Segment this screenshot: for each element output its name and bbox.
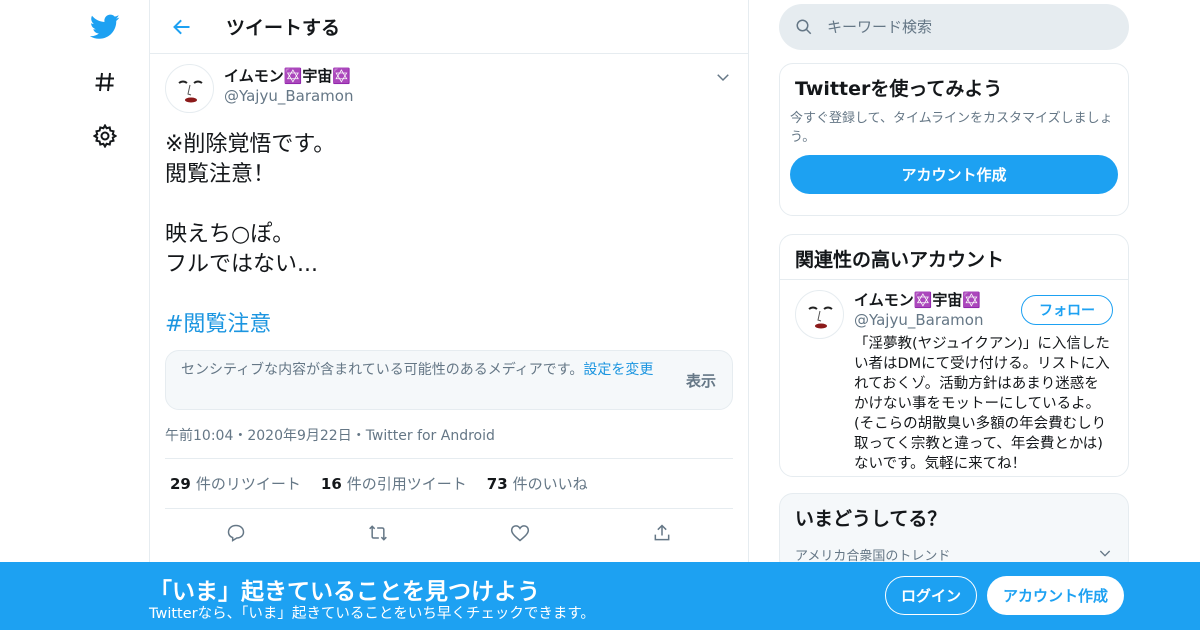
tweet-actions bbox=[165, 509, 733, 557]
change-settings-link[interactable]: 設定を変更 bbox=[583, 362, 653, 378]
banner-title: 「いま」起きていることを見つけよう bbox=[149, 579, 540, 605]
quote-tweet-count[interactable]: 16 件の引用ツイート bbox=[321, 473, 467, 494]
tweet-stats: 29 件のリツイート 16 件の引用ツイート 73 件のいいね bbox=[165, 459, 733, 509]
sensitive-text: センシティブな内容が含まれている可能性のあるメディアです。設定を変更 bbox=[181, 361, 671, 380]
share-icon[interactable] bbox=[650, 521, 674, 545]
tweet-line: 映えち○ぽ。 bbox=[165, 222, 295, 247]
related-card-title: 関連性の高いアカウント bbox=[780, 235, 1128, 280]
chevron-down-icon[interactable] bbox=[714, 68, 732, 86]
avatar[interactable] bbox=[795, 290, 844, 339]
trends-card-title: いまどうしてる？ bbox=[795, 508, 947, 530]
tweet-line bbox=[165, 280, 733, 310]
retweet-icon[interactable] bbox=[366, 521, 390, 545]
heart-icon[interactable] bbox=[508, 521, 532, 545]
tweet-line: ※削除覚悟です。 bbox=[165, 132, 336, 157]
right-column: Twitterを使ってみよう 今すぐ登録して、タイムラインをカスタマイズしましょ… bbox=[779, 0, 1129, 573]
search-input[interactable] bbox=[827, 18, 1107, 36]
trends-card: いまどうしてる？ アメリカ合衆国のトレンド bbox=[779, 493, 1129, 573]
avatar[interactable] bbox=[165, 64, 214, 113]
signup-card: Twitterを使ってみよう 今すぐ登録して、タイムラインをカスタマイズしましょ… bbox=[779, 63, 1129, 216]
arrow-left-icon[interactable] bbox=[170, 15, 194, 39]
sensitive-message: センシティブな内容が含まれている可能性のあるメディアです。 bbox=[181, 362, 584, 378]
signup-card-title: Twitterを使ってみよう bbox=[795, 78, 1003, 100]
tweet-line bbox=[165, 190, 733, 220]
login-button[interactable]: ログイン bbox=[885, 576, 977, 615]
stat-number: 29 bbox=[170, 475, 191, 493]
author-text: イムモン✡️宇宙✡️ @Yajyu_Baramon bbox=[224, 66, 353, 106]
create-account-button[interactable]: アカウント作成 bbox=[790, 155, 1118, 194]
stat-label: 件のいいね bbox=[512, 475, 588, 493]
banner-subtitle: Twitterなら、「いま」起きていることをいち早くチェックできます。 bbox=[149, 606, 595, 622]
signup-card-desc: 今すぐ登録して、タイムラインをカスタマイズしましょう。 bbox=[790, 111, 1113, 145]
banner-create-account-button[interactable]: アカウント作成 bbox=[987, 576, 1124, 615]
tweet-text: ※削除覚悟です。 閲覧注意！ 映えち○ぽ。 フルではない... #閲覧注意 bbox=[165, 130, 733, 340]
page-title: ツイートする bbox=[226, 17, 341, 39]
stat-number: 73 bbox=[486, 475, 508, 493]
tweet-line: フルではない... bbox=[165, 252, 318, 277]
related-accounts-card: 関連性の高いアカウント イムモン✡️宇宙✡️ @Yajyu_Baramon 「淫… bbox=[779, 234, 1129, 477]
sensitive-media-warning: センシティブな内容が含まれている可能性のあるメディアです。設定を変更 表示 bbox=[165, 350, 733, 410]
main-header: ツイートする bbox=[150, 0, 748, 54]
twitter-bird-icon[interactable] bbox=[90, 12, 120, 42]
hashtag-icon[interactable] bbox=[90, 67, 120, 97]
related-user[interactable]: イムモン✡️宇宙✡️ @Yajyu_Baramon 「淫夢教(ヤジュイクアン)」… bbox=[780, 280, 1128, 484]
reply-icon[interactable] bbox=[224, 521, 248, 545]
stat-label: 件のリツイート bbox=[195, 475, 301, 493]
related-user-bio: 「淫夢教(ヤジュイクアン)」に入信したい者はDMにて受け付ける。リストに入れてお… bbox=[854, 336, 1110, 472]
search-icon bbox=[796, 19, 812, 35]
search-bar[interactable] bbox=[779, 4, 1129, 50]
tweet: イムモン✡️宇宙✡️ @Yajyu_Baramon ※削除覚悟です。 閲覧注意！… bbox=[150, 54, 748, 557]
main-column: ツイートする イムモン✡️宇宙✡️ @Yajyu_Baramon ※削除覚悟です… bbox=[149, 0, 749, 630]
show-media-button[interactable]: 表示 bbox=[686, 370, 716, 391]
tweet-author: イムモン✡️宇宙✡️ @Yajyu_Baramon bbox=[165, 64, 733, 114]
stat-label: 件の引用ツイート bbox=[346, 475, 467, 493]
stat-number: 16 bbox=[320, 475, 342, 493]
chevron-down-icon[interactable] bbox=[1097, 545, 1113, 561]
like-count[interactable]: 73 件のいいね bbox=[487, 473, 588, 494]
tweet-line: 閲覧注意！ bbox=[165, 162, 276, 187]
tweet-timestamp[interactable]: 午前10:04・2020年9月22日・Twitter for Android bbox=[165, 425, 733, 459]
author-handle[interactable]: @Yajyu_Baramon bbox=[224, 86, 353, 106]
signup-banner: 「いま」起きていることを見つけよう Twitterなら、「いま」起きていることを… bbox=[0, 562, 1200, 630]
author-name[interactable]: イムモン✡️宇宙✡️ bbox=[224, 66, 353, 86]
hashtag-link[interactable]: #閲覧注意 bbox=[165, 310, 733, 340]
retweet-count[interactable]: 29 件のリツイート bbox=[170, 473, 301, 494]
follow-button[interactable]: フォロー bbox=[1021, 295, 1113, 325]
gear-icon[interactable] bbox=[90, 121, 120, 151]
left-nav bbox=[60, 0, 150, 630]
